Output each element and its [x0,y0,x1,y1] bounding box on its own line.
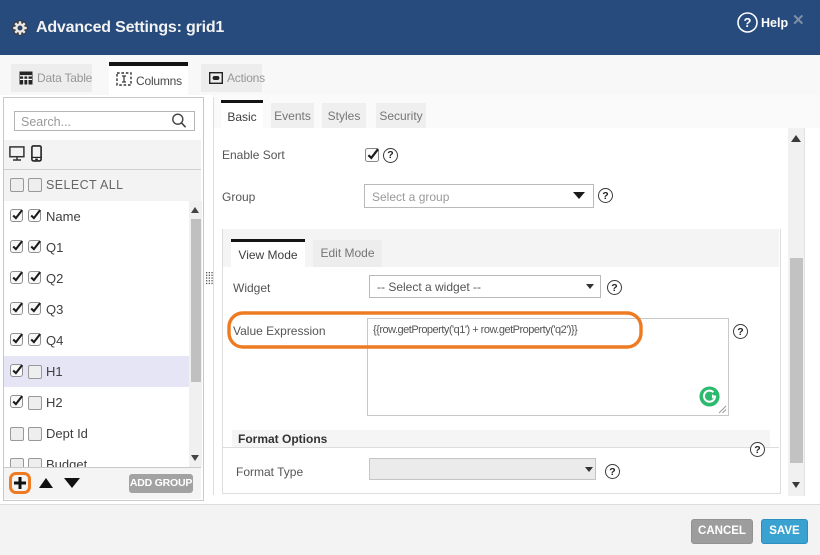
svg-text:?: ? [744,15,752,30]
